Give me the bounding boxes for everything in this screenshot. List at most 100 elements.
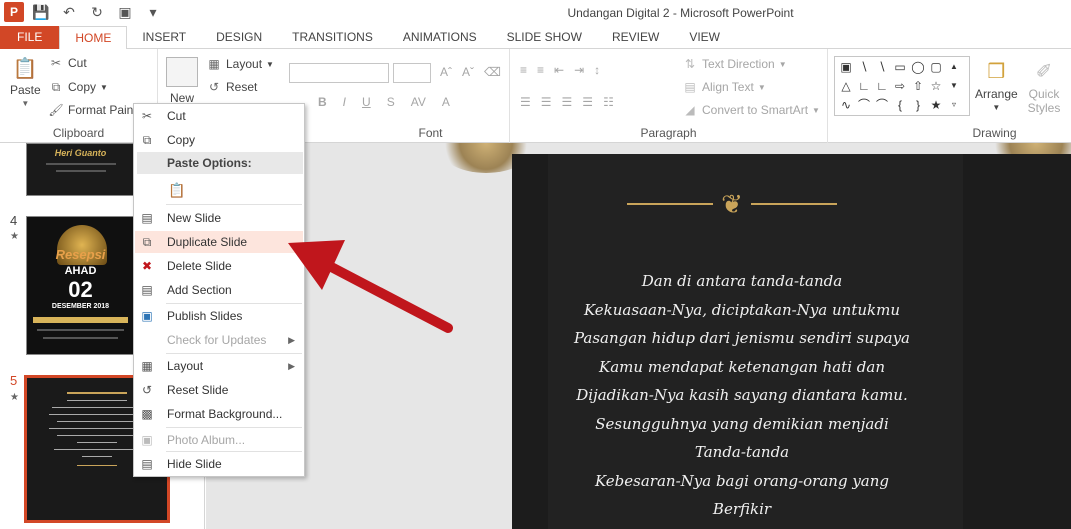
menu-item-reset-slide[interactable]: ↺ Reset Slide	[135, 379, 303, 401]
slide-thumbnail-4[interactable]: Resepsi AHAD 02 DESEMBER 2018	[26, 216, 135, 355]
duplicate-slide-icon: ⧉	[142, 234, 152, 249]
reset-button[interactable]: ↺ Reset	[206, 79, 257, 95]
arc-icon[interactable]: ⌒	[873, 95, 891, 114]
text-box-icon[interactable]: ▣	[837, 57, 855, 76]
text-direction-button[interactable]: ⇅ Text Direction ▼	[682, 56, 787, 72]
align-text-button[interactable]: ▤ Align Text ▼	[682, 79, 765, 95]
grow-font-icon[interactable]: Aˆ	[440, 65, 452, 79]
bold-button[interactable]: B	[318, 95, 327, 109]
brace-icon[interactable]: }	[909, 95, 927, 114]
connector-icon[interactable]: ∟	[873, 76, 891, 95]
slide-text-line: Dijadikan-Nya kasih sayang diantara kamu…	[576, 386, 908, 404]
slide-body-text[interactable]: Dan di antara tanda-tanda Kekuasaan-Nya,…	[512, 267, 972, 524]
copy-button[interactable]: ⧉ Copy ▼	[48, 79, 108, 95]
brush-icon: 🖌	[48, 103, 64, 117]
tab-animations[interactable]: ANIMATIONS	[388, 26, 492, 49]
tab-insert[interactable]: INSERT	[127, 26, 201, 49]
group-label-font: Font	[418, 126, 443, 140]
paste-button[interactable]: 📋 Paste ▼	[10, 55, 41, 108]
menu-item-cut[interactable]: ✂ Cut	[135, 105, 303, 127]
chevron-down-icon: ▼	[778, 59, 787, 69]
tab-transitions[interactable]: TRANSITIONS	[277, 26, 388, 49]
new-slide-button[interactable]: New	[166, 57, 198, 105]
layout-icon: ▦	[141, 359, 153, 373]
slide-editor[interactable]: ❦ Dan di antara tanda-tanda Kekuasaan-Ny…	[512, 154, 1071, 529]
quick-styles-button[interactable]: ✐ Quick Styles	[1024, 57, 1064, 116]
thumb-text-line	[54, 449, 140, 450]
convert-smartart-button[interactable]: ◢ Convert to SmartArt ▼	[682, 102, 820, 118]
menu-item-delete-slide[interactable]: ✖ Delete Slide	[135, 255, 303, 277]
decrease-indent-icon[interactable]: ⇤	[554, 63, 564, 77]
rectangle-icon[interactable]: ▭	[891, 57, 909, 76]
tab-file[interactable]: FILE	[0, 26, 60, 49]
animation-star-icon: ★	[10, 392, 19, 403]
new-slide-icon: ▤	[141, 211, 153, 225]
layout-icon: ▦	[208, 57, 220, 71]
more-shapes-icon[interactable]: ▿	[945, 95, 963, 114]
menu-item-format-background[interactable]: ▩ Format Background...	[135, 403, 303, 425]
menu-separator	[166, 353, 302, 354]
font-name-combo[interactable]	[289, 63, 389, 83]
menu-item-copy[interactable]: ⧉ Copy	[135, 129, 303, 151]
slide-text-line: Pasangan hidup dari jenismu sendiri supa…	[573, 329, 911, 347]
star-icon[interactable]: ☆	[927, 76, 945, 95]
menu-item-layout[interactable]: ▦ Layout ▶	[135, 355, 303, 377]
thumb-text-line	[82, 456, 112, 457]
menu-item-duplicate-slide[interactable]: ⧉ Duplicate Slide	[135, 231, 303, 253]
strikethrough-button[interactable]: S	[387, 95, 395, 109]
line-icon[interactable]: ∖	[855, 57, 873, 76]
slide-text-line: Tanda-tanda	[694, 443, 790, 461]
paste-keep-text-icon[interactable]: 📋	[166, 178, 188, 202]
slide-thumbnail-3[interactable]: Heri Guanto	[26, 143, 135, 196]
align-right-icon[interactable]: ☰	[562, 95, 573, 109]
curve-icon[interactable]: ∿	[837, 95, 855, 114]
align-center-icon[interactable]: ☰	[541, 95, 552, 109]
connector-icon[interactable]: ∟	[855, 76, 873, 95]
new-slide-icon	[166, 57, 198, 87]
arrow-right-icon[interactable]: ⇨	[891, 76, 909, 95]
increase-indent-icon[interactable]: ⇥	[574, 63, 584, 77]
shrink-font-icon[interactable]: Aˇ	[462, 65, 474, 79]
columns-icon[interactable]: ☷	[603, 95, 614, 109]
triangle-icon[interactable]: △	[837, 76, 855, 95]
clear-format-icon[interactable]: ⌫	[484, 65, 501, 79]
line-icon[interactable]: ∖	[873, 57, 891, 76]
arrow-up-icon[interactable]: ⇧	[909, 76, 927, 95]
menu-item-new-slide[interactable]: ▤ New Slide	[135, 207, 303, 229]
oval-icon[interactable]: ◯	[909, 57, 927, 76]
tab-view[interactable]: VIEW	[674, 26, 735, 49]
scroll-up-icon[interactable]: ▲	[945, 57, 963, 76]
layout-button[interactable]: ▦ Layout ▼	[206, 56, 274, 72]
underline-button[interactable]: U	[362, 95, 371, 109]
copy-icon: ⧉	[142, 132, 152, 147]
scroll-down-icon[interactable]: ▼	[945, 76, 963, 95]
cut-button[interactable]: ✂ Cut	[48, 55, 87, 71]
char-spacing-icon[interactable]: AV	[411, 95, 426, 109]
italic-button[interactable]: I	[343, 95, 346, 109]
align-left-icon[interactable]: ☰	[520, 95, 531, 109]
tab-review[interactable]: REVIEW	[597, 26, 674, 49]
rounded-rectangle-icon[interactable]: ▢	[927, 57, 945, 76]
bullets-icon[interactable]: ≡	[520, 63, 527, 77]
menu-item-check-for-updates[interactable]: Check for Updates ▶	[135, 329, 303, 351]
tab-slide-show[interactable]: SLIDE SHOW	[492, 26, 597, 49]
line-spacing-icon[interactable]: ↕	[594, 63, 600, 77]
menu-item-photo-album[interactable]: ▣ Photo Album...	[135, 429, 303, 451]
numbering-icon[interactable]: ≡	[537, 63, 544, 77]
tab-design[interactable]: DESIGN	[201, 26, 277, 49]
justify-icon[interactable]: ☰	[582, 95, 593, 109]
paste-options-header: Paste Options:	[137, 152, 303, 174]
shapes-gallery[interactable]: ▣ ∖ ∖ ▭ ◯ ▢ ▲ △ ∟ ∟ ⇨ ⇧ ☆ ▼ ∿ ⌒ ⌒ { } ★ …	[834, 56, 970, 116]
menu-item-hide-slide[interactable]: ▤ Hide Slide	[135, 453, 303, 475]
arrange-button[interactable]: ❒ Arrange ▼	[975, 57, 1018, 113]
star-icon[interactable]: ★	[927, 95, 945, 114]
menu-item-publish-slides[interactable]: ▣ Publish Slides	[135, 305, 303, 327]
brace-icon[interactable]: {	[891, 95, 909, 114]
context-menu: ✂ Cut ⧉ Copy 📋 Paste Options: 📋 ▤ New Sl…	[133, 103, 305, 477]
slide-text-line: Sesungguhnya yang demikian menjadi	[595, 414, 889, 433]
font-color-icon[interactable]: A	[442, 95, 450, 109]
menu-item-add-section[interactable]: ▤ Add Section	[135, 279, 303, 301]
arc-icon[interactable]: ⌒	[855, 95, 873, 114]
tab-home[interactable]: HOME	[59, 26, 128, 50]
font-size-combo[interactable]	[393, 63, 431, 83]
